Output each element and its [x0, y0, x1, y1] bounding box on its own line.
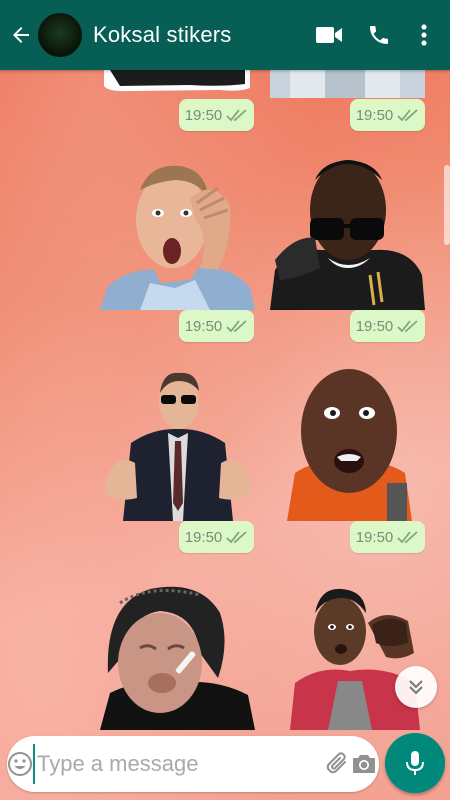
double-tick-icon	[397, 531, 418, 544]
double-tick-icon	[226, 531, 247, 544]
chat-title[interactable]: Koksal stikers	[93, 22, 304, 48]
phone-icon	[370, 26, 388, 44]
sticker-old-woman[interactable]	[100, 583, 255, 730]
sticker-cropped-left[interactable]	[100, 70, 255, 92]
message-time-badge: 19:50	[350, 521, 425, 553]
more-vert-icon	[421, 24, 427, 46]
double-chevron-down-icon	[409, 680, 423, 695]
double-tick-icon	[226, 109, 247, 122]
message-time-badge: 19:50	[350, 310, 425, 342]
back-arrow-icon	[13, 27, 29, 43]
avatar[interactable]	[38, 13, 82, 57]
message-time-badge: 19:50	[179, 99, 254, 131]
double-tick-icon	[397, 109, 418, 122]
mic-icon	[406, 751, 424, 775]
emoji-icon	[8, 752, 32, 776]
sticker-bald-man[interactable]	[287, 363, 412, 521]
menu-button[interactable]	[404, 0, 444, 70]
message-input[interactable]	[33, 744, 325, 784]
voice-call-button[interactable]	[354, 0, 404, 70]
double-tick-icon	[397, 320, 418, 333]
message-composer	[7, 736, 379, 792]
message-time-badge: 19:50	[350, 99, 425, 131]
sticker-cropped-right[interactable]	[270, 70, 425, 100]
voice-message-button[interactable]	[385, 733, 445, 793]
attach-icon	[326, 752, 346, 774]
video-call-icon	[316, 27, 342, 43]
double-tick-icon	[226, 320, 247, 333]
emoji-button[interactable]	[7, 736, 33, 792]
camera-icon	[353, 755, 375, 773]
video-call-button[interactable]	[304, 0, 354, 70]
attach-button[interactable]	[325, 736, 351, 792]
message-time-badge: 19:50	[179, 310, 254, 342]
back-button[interactable]	[4, 0, 38, 70]
sticker-young-man-wallet[interactable]	[290, 583, 420, 730]
message-time-badge: 19:50	[179, 521, 254, 553]
sticker-man-sunglasses[interactable]	[270, 150, 425, 310]
scrollbar-thumb[interactable]	[444, 165, 450, 245]
camera-button[interactable]	[351, 736, 377, 792]
chat-header: Koksal stikers	[0, 0, 450, 70]
sticker-man-in-suit[interactable]	[103, 363, 253, 521]
scroll-to-bottom-button[interactable]	[395, 666, 437, 708]
sticker-surprised-man[interactable]	[100, 158, 255, 310]
